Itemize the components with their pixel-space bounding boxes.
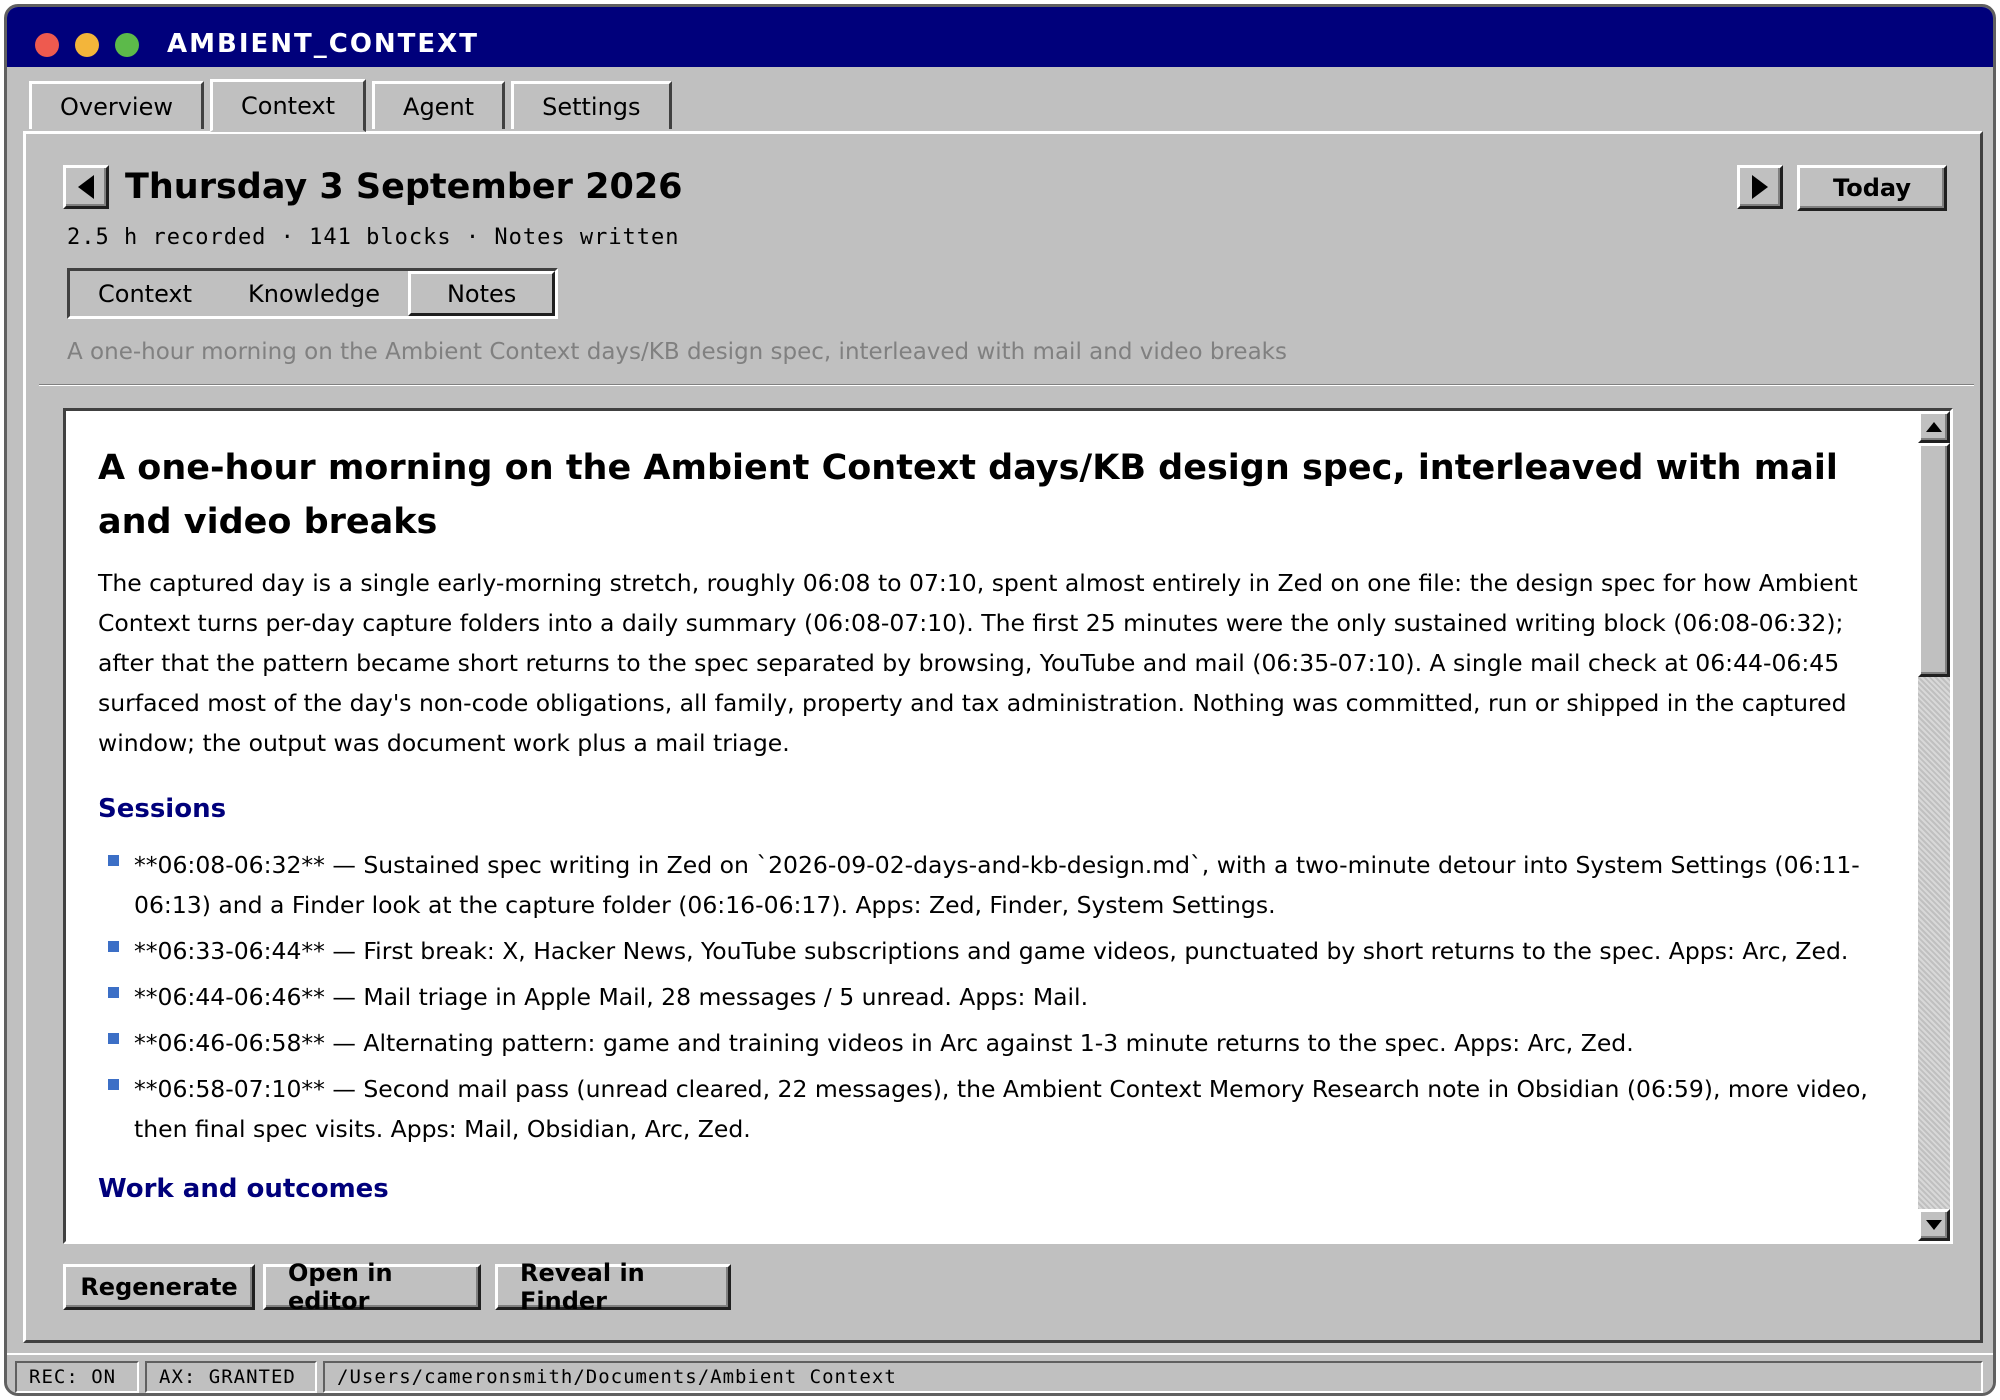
day-meta: 2.5 h recorded · 141 blocks · Notes writ…: [67, 225, 680, 250]
bullet-icon: [108, 941, 119, 952]
next-day-button[interactable]: [1737, 165, 1783, 209]
title-bar: AMBIENT_CONTEXT: [7, 7, 1993, 67]
notes-heading: A one-hour morning on the Ambient Contex…: [98, 448, 1838, 542]
notes-viewer[interactable]: A one-hour morning on the Ambient Contex…: [63, 408, 1953, 1244]
app-window: AMBIENT_CONTEXT Overview Context Agent S…: [4, 4, 1996, 1396]
status-bar: REC: ON AX: GRANTED /Users/cameronsmith/…: [7, 1353, 1993, 1393]
accessibility-status: AX: GRANTED: [145, 1361, 317, 1393]
session-text: **06:33-06:44** — First break: X, Hacker…: [134, 937, 1849, 965]
recording-status: REC: ON: [15, 1361, 139, 1393]
bullet-icon: [108, 1079, 119, 1090]
tab-agent[interactable]: Agent: [372, 81, 506, 129]
today-button[interactable]: Today: [1797, 165, 1947, 211]
session-text: **06:44-06:46** — Mail triage in Apple M…: [134, 983, 1089, 1011]
session-text: **06:58-07:10** — Second mail pass (unre…: [134, 1075, 1868, 1143]
reveal-in-finder-button[interactable]: Reveal in Finder: [495, 1259, 731, 1315]
work-outcomes-heading: Work and outcomes: [98, 1174, 389, 1204]
triangle-down-icon: [1926, 1220, 1942, 1230]
sessions-heading: Sessions: [98, 794, 227, 824]
segment-context[interactable]: Context: [70, 271, 220, 316]
segment-knowledge[interactable]: Knowledge: [220, 271, 408, 316]
list-item: **06:44-06:46** — Mail triage in Apple M…: [98, 977, 1888, 1017]
main-tabs: Overview Context Agent Settings: [29, 79, 678, 133]
triangle-left-icon: [78, 175, 94, 199]
zoom-window-icon[interactable]: [115, 33, 139, 57]
scroll-down-button[interactable]: [1918, 1209, 1950, 1241]
scrollbar-thumb[interactable]: [1918, 443, 1950, 677]
bullet-icon: [108, 987, 119, 998]
close-window-icon[interactable]: [35, 33, 59, 57]
list-item: **06:33-06:44** — First break: X, Hacker…: [98, 931, 1888, 971]
list-item: **06:58-07:10** — Second mail pass (unre…: [98, 1069, 1888, 1149]
vertical-scrollbar[interactable]: [1918, 411, 1950, 1241]
regenerate-button[interactable]: Regenerate: [63, 1264, 255, 1310]
day-title: Thursday 3 September 2026: [125, 167, 683, 207]
bullet-icon: [108, 855, 119, 866]
tab-context[interactable]: Context: [210, 79, 367, 132]
tab-settings[interactable]: Settings: [511, 81, 672, 129]
view-segmented-control: Context Knowledge Notes: [67, 268, 559, 319]
window-title: AMBIENT_CONTEXT: [167, 29, 479, 59]
segment-notes[interactable]: Notes: [407, 271, 556, 316]
notes-document: A one-hour morning on the Ambient Contex…: [98, 441, 1888, 1225]
sessions-list: **06:08-06:32** — Sustained spec writing…: [98, 845, 1888, 1149]
storage-path: /Users/cameronsmith/Documents/Ambient Co…: [323, 1361, 1983, 1393]
divider: [39, 384, 1974, 386]
tab-overview[interactable]: Overview: [29, 81, 204, 129]
bullet-icon: [108, 1033, 119, 1044]
previous-day-button[interactable]: [63, 165, 109, 209]
session-text: **06:08-06:32** — Sustained spec writing…: [134, 851, 1860, 919]
notes-summary: The captured day is a single early-morni…: [98, 569, 1858, 757]
scroll-up-button[interactable]: [1918, 411, 1950, 443]
triangle-up-icon: [1926, 422, 1942, 432]
notes-subtitle: A one-hour morning on the Ambient Contex…: [67, 339, 1287, 365]
triangle-right-icon: [1752, 175, 1768, 199]
list-item: **06:46-06:58** — Alternating pattern: g…: [98, 1023, 1888, 1063]
list-item: **06:08-06:32** — Sustained spec writing…: [98, 845, 1888, 925]
minimize-window-icon[interactable]: [75, 33, 99, 57]
session-text: **06:46-06:58** — Alternating pattern: g…: [134, 1029, 1634, 1057]
open-in-editor-button[interactable]: Open in editor: [263, 1259, 481, 1315]
